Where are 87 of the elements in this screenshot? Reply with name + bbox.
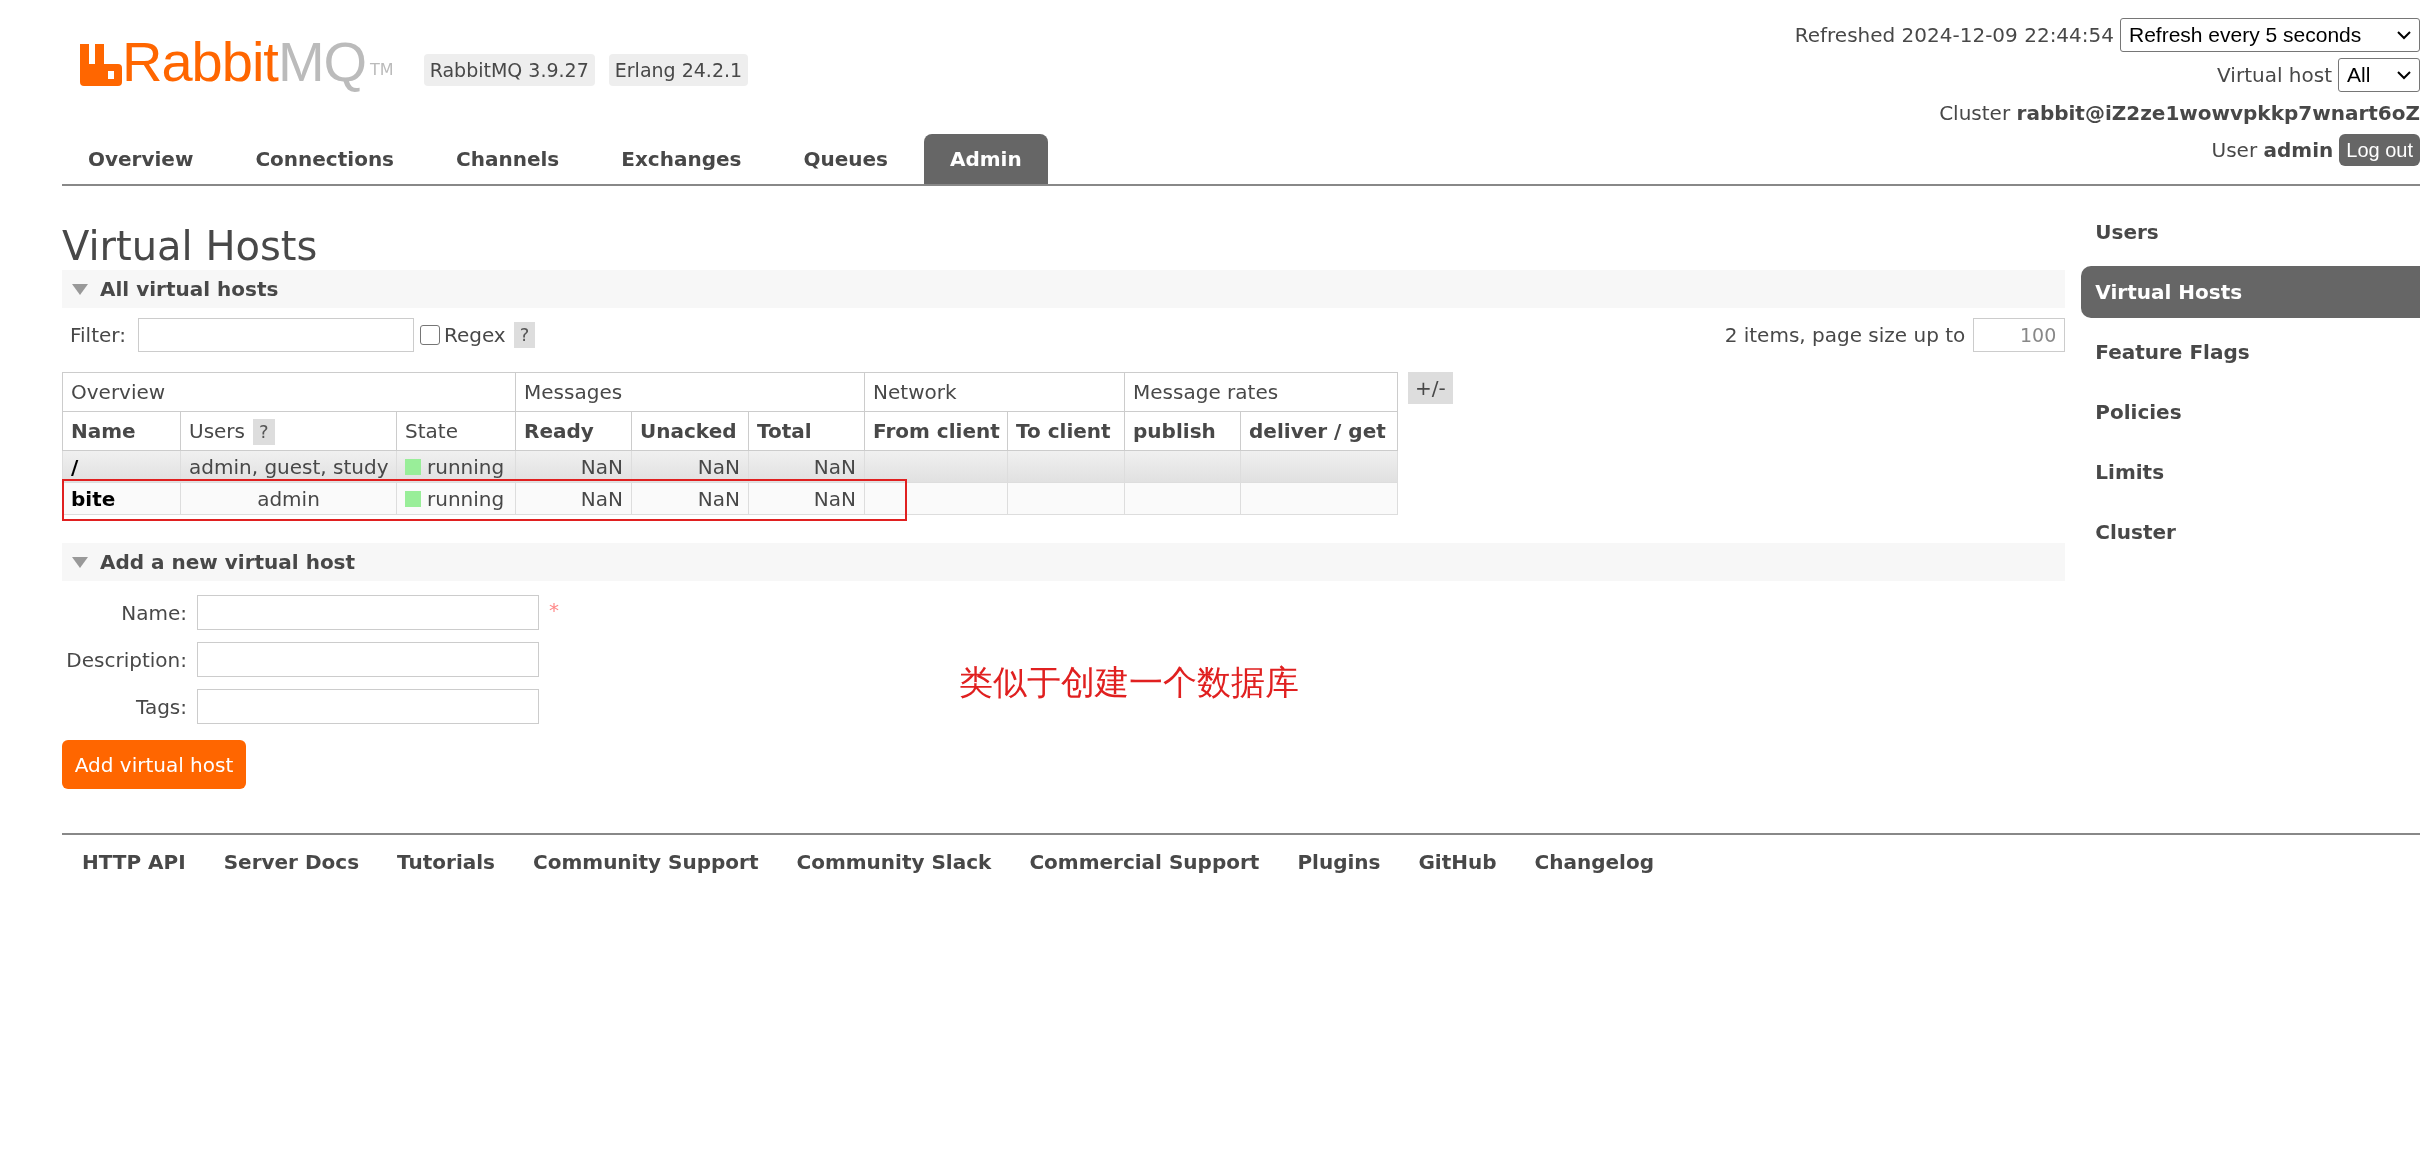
- nav-tab[interactable]: Exchanges: [595, 134, 768, 184]
- section-header[interactable]: All virtual hosts: [62, 270, 2066, 308]
- help-button[interactable]: ?: [513, 322, 536, 348]
- logo-text: RabbitMQ: [122, 32, 367, 92]
- trademark-text: TM: [370, 59, 394, 81]
- refreshed-text: Refreshed 2024-12-09 22:44:54: [1794, 22, 2114, 49]
- sidebar-item[interactable]: Policies: [2081, 386, 2420, 438]
- field-label: Tags:: [135, 693, 188, 721]
- help-button[interactable]: ?: [253, 419, 275, 445]
- nav-tab[interactable]: Channels: [430, 134, 586, 184]
- filter-label: Filter:: [70, 322, 126, 349]
- table-cell[interactable]: /: [62, 450, 181, 483]
- regex-label: Regex: [443, 322, 506, 349]
- field-label: Description:: [65, 646, 188, 674]
- state-text: running: [427, 485, 505, 513]
- page-title: Virtual Hosts: [62, 222, 319, 270]
- page-size-field[interactable]: 100: [1973, 318, 2066, 352]
- field-label: Name:: [120, 599, 188, 627]
- sidebar-item[interactable]: Users: [2081, 206, 2420, 258]
- nav-tab[interactable]: Queues: [777, 134, 914, 184]
- column-group-header: Message rates: [1124, 372, 1398, 412]
- regex-checkbox[interactable]: [419, 325, 440, 345]
- table-cell[interactable]: bite: [62, 482, 181, 515]
- column-header: Ready: [515, 411, 632, 451]
- column-header: Unacked: [631, 411, 749, 451]
- text-field[interactable]: [197, 595, 539, 630]
- user-text: User admin: [2211, 137, 2334, 164]
- virtual-host-label: Virtual host: [2217, 62, 2332, 89]
- column-header: From client: [864, 411, 1008, 451]
- table-cell: NaN: [748, 450, 865, 483]
- table-cell: NaN: [631, 450, 749, 483]
- footer-link[interactable]: Plugins: [1297, 847, 1381, 877]
- status-indicator-icon: [405, 458, 421, 475]
- collapse-caret-icon[interactable]: [72, 283, 88, 295]
- column-header: Users ?: [180, 411, 397, 451]
- column-header: Name: [62, 411, 181, 451]
- footer-link[interactable]: GitHub: [1418, 847, 1497, 877]
- sidebar-item[interactable]: Cluster: [2081, 506, 2420, 558]
- sidebar-item[interactable]: Limits: [2081, 446, 2420, 498]
- table-cell: NaN: [515, 450, 632, 483]
- section-title: All virtual hosts: [100, 276, 279, 303]
- text-field[interactable]: [197, 689, 539, 724]
- nav-tab[interactable]: Connections: [229, 134, 421, 184]
- column-group-header: Overview: [62, 372, 516, 412]
- table-cell: NaN: [748, 482, 865, 515]
- footer-link[interactable]: Commercial Support: [1029, 847, 1260, 877]
- virtual-host-select[interactable]: All: [2338, 58, 2420, 92]
- section-header[interactable]: Add a new virtual host: [62, 543, 2066, 581]
- filter-field[interactable]: [137, 318, 414, 352]
- item-count-text: 2 items, page size up to: [1724, 322, 1966, 349]
- collapse-caret-icon[interactable]: [72, 556, 88, 568]
- version-badge: Erlang 24.2.1: [608, 53, 749, 86]
- column-header: deliver / get: [1240, 411, 1398, 451]
- state-text: running: [427, 453, 505, 481]
- table-cell: NaN: [631, 482, 749, 515]
- required-mark: *: [549, 597, 559, 624]
- footer-link[interactable]: HTTP API: [82, 847, 186, 877]
- column-header: publish: [1124, 411, 1241, 451]
- column-header: State: [396, 411, 516, 451]
- column-header: To client: [1007, 411, 1125, 451]
- nav-tab[interactable]: Overview: [62, 134, 220, 184]
- version-badge: RabbitMQ 3.9.27: [423, 53, 595, 86]
- column-group-header: Network: [864, 372, 1125, 412]
- status-indicator-icon: [405, 490, 421, 507]
- sidebar-item[interactable]: Virtual Hosts: [2081, 266, 2420, 318]
- nav-tab[interactable]: Admin: [923, 134, 1048, 184]
- column-header: Total: [748, 411, 865, 451]
- chevron-down-icon: [2397, 30, 2411, 40]
- footer-link[interactable]: Community Slack: [796, 847, 992, 877]
- sidebar-item[interactable]: Feature Flags: [2081, 326, 2420, 378]
- footer-link[interactable]: Tutorials: [397, 847, 496, 877]
- refresh-interval-select[interactable]: Refresh every 5 seconds: [2120, 18, 2420, 52]
- footer-link[interactable]: Community Support: [533, 847, 759, 877]
- table-cell: NaN: [515, 482, 632, 515]
- annotation-text: 类似于创建一个数据库: [959, 661, 1299, 704]
- footer-link[interactable]: Server Docs: [223, 847, 360, 877]
- logo-icon: [80, 44, 122, 86]
- logout-button[interactable]: Log out: [2339, 134, 2420, 166]
- columns-toggle-button[interactable]: +/-: [1408, 372, 1453, 404]
- text-field[interactable]: [197, 642, 539, 677]
- section-title: Add a new virtual host: [100, 549, 356, 576]
- column-group-header: Messages: [515, 372, 865, 412]
- table-cell: admin: [180, 482, 397, 515]
- cluster-text: Cluster rabbit@iZ2ze1wowvpkkp7wnart6oZ: [1939, 100, 2420, 127]
- footer-link[interactable]: Changelog: [1534, 847, 1655, 877]
- table-cell: admin, guest, study: [180, 450, 397, 483]
- chevron-down-icon: [2397, 70, 2411, 80]
